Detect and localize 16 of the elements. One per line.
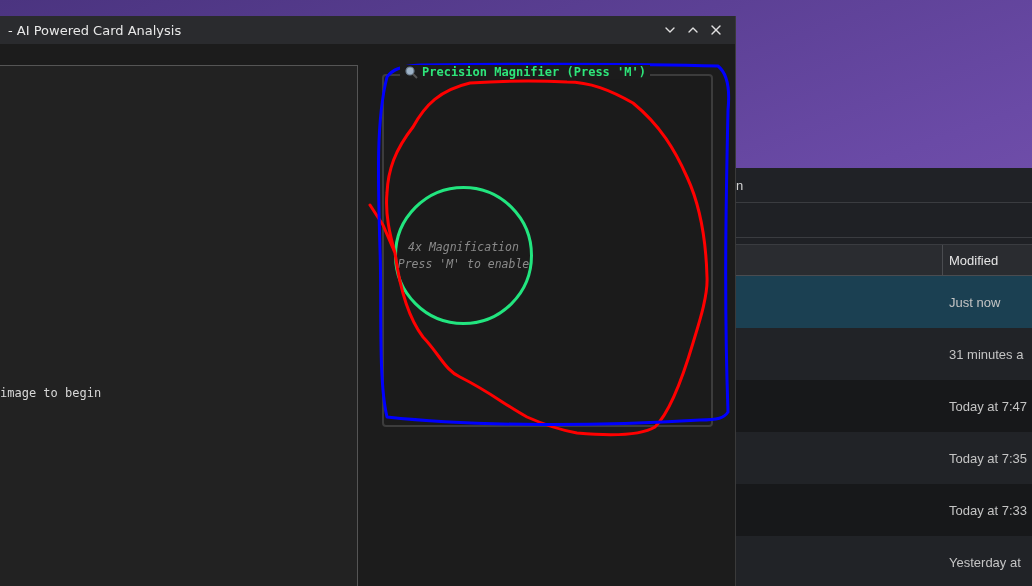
modified-date: 31 minutes a [949, 346, 1024, 362]
magnifier-hint: 4x Magnification [408, 238, 519, 256]
modified-date: Yesterday at [949, 554, 1021, 570]
magnifier-hint: Press 'M' to enable [397, 255, 530, 273]
magnifier-title: Precision Magnifier (Press 'M') [422, 65, 646, 79]
file-row[interactable]: Just now [736, 276, 1032, 328]
placeholder-message: image to begin [0, 386, 102, 400]
file-row[interactable]: Today at 7:47 [736, 380, 1032, 432]
modified-date: Today at 7:35 [949, 450, 1028, 466]
modified-date: Today at 7:33 [949, 502, 1028, 518]
file-row[interactable]: Today at 7:33 [736, 484, 1032, 536]
column-header[interactable]: Modified [943, 245, 999, 275]
window-title: - AI Powered Card Analysis [8, 22, 183, 38]
modified-date: Just now [949, 294, 1001, 310]
modified-date: Today at 7:47 [949, 398, 1028, 414]
search-icon [404, 65, 418, 79]
